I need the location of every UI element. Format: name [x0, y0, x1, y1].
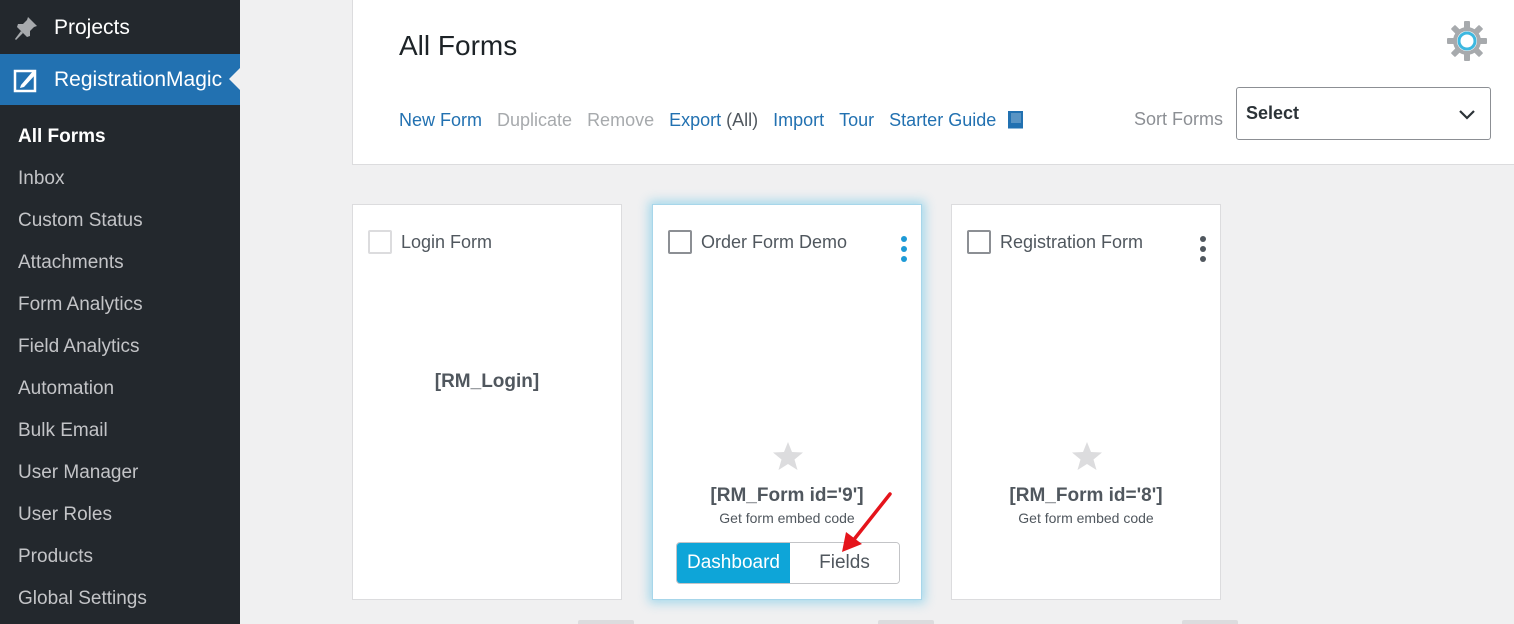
card-stub — [1182, 620, 1238, 624]
new-form-link[interactable]: New Form — [399, 110, 482, 131]
admin-sidebar: Projects RegistrationMagic All Forms Inb… — [0, 0, 240, 624]
submenu-user-roles[interactable]: User Roles — [0, 494, 240, 536]
submenu-form-analytics[interactable]: Form Analytics — [0, 284, 240, 326]
pin-icon — [12, 14, 40, 42]
tour-link[interactable]: Tour — [839, 110, 874, 131]
menu-projects[interactable]: Projects — [0, 0, 240, 56]
export-group: Export (All) — [669, 110, 758, 131]
form-card[interactable]: Registration Form [RM_Form id='8'] Get f… — [951, 204, 1221, 600]
menu-projects-label: Projects — [54, 16, 130, 39]
remove-link[interactable]: Remove — [587, 110, 654, 131]
more-options-icon[interactable] — [1200, 236, 1206, 262]
sort-forms-select[interactable]: Select — [1236, 87, 1491, 140]
form-checkbox[interactable] — [368, 230, 392, 254]
form-card-title: Registration Form — [1000, 232, 1144, 252]
form-card-title: Order Form Demo — [701, 232, 848, 252]
book-icon — [1007, 110, 1024, 129]
sort-forms-label: Sort Forms — [1134, 109, 1224, 129]
starter-guide-group[interactable]: Starter Guide — [889, 110, 1039, 131]
more-options-icon[interactable] — [901, 236, 907, 262]
forms-header-panel: All Forms New Form Duplicate Remove Expo… — [352, 0, 1514, 165]
submenu: All Forms Inbox Custom Status Attachment… — [0, 116, 240, 620]
form-actions-bar: New Form Duplicate Remove Export (All) I… — [399, 110, 1054, 131]
star-icon[interactable] — [1071, 441, 1103, 471]
active-menu-pointer — [229, 68, 240, 90]
menu-registrationmagic-label: RegistrationMagic — [54, 67, 223, 91]
menu-registrationmagic[interactable]: RegistrationMagic — [0, 54, 240, 105]
submenu-user-manager[interactable]: User Manager — [0, 452, 240, 494]
duplicate-link[interactable]: Duplicate — [497, 110, 572, 131]
form-checkbox[interactable] — [668, 230, 692, 254]
dashboard-button[interactable]: Dashboard — [677, 543, 790, 583]
submenu-global-settings[interactable]: Global Settings — [0, 578, 240, 620]
submenu-automation[interactable]: Automation — [0, 368, 240, 410]
form-shortcode: [RM_Form id='8'] — [1009, 485, 1163, 506]
import-link[interactable]: Import — [773, 110, 824, 131]
starter-guide-link[interactable]: Starter Guide — [889, 110, 996, 130]
submenu-bulk-email[interactable]: Bulk Email — [0, 410, 240, 452]
form-card-title: Login Form — [401, 232, 493, 252]
form-card[interactable]: Login Form [RM_Login] — [352, 204, 622, 600]
star-icon[interactable] — [772, 441, 804, 471]
annotation-arrow — [842, 492, 892, 552]
submenu-all-forms[interactable]: All Forms — [0, 116, 240, 158]
card-stub — [578, 620, 634, 624]
submenu-attachments[interactable]: Attachments — [0, 242, 240, 284]
export-link[interactable]: Export — [669, 110, 721, 130]
chevron-down-icon — [1458, 105, 1476, 123]
edit-form-icon — [12, 66, 40, 94]
card-stub — [878, 620, 934, 624]
form-checkbox[interactable] — [967, 230, 991, 254]
embed-code-link[interactable]: Get form embed code — [952, 510, 1220, 526]
submenu-products[interactable]: Products — [0, 536, 240, 578]
submenu-field-analytics[interactable]: Field Analytics — [0, 326, 240, 368]
export-all-label: (All) — [726, 110, 759, 130]
submenu-inbox[interactable]: Inbox — [0, 158, 240, 200]
page-title: All Forms — [399, 30, 518, 61]
form-shortcode: [RM_Login] — [434, 371, 540, 392]
sort-forms-value: Select — [1246, 103, 1300, 123]
submenu-custom-status[interactable]: Custom Status — [0, 200, 240, 242]
gear-icon[interactable] — [1446, 20, 1488, 62]
